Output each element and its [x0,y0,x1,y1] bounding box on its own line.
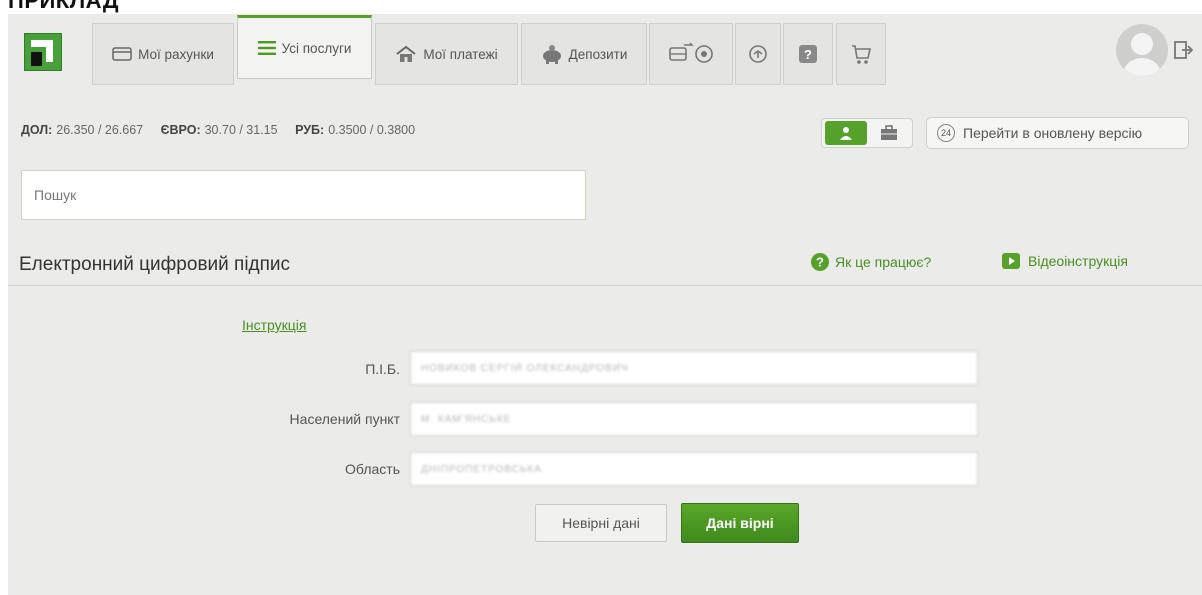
rate-value: 0.3500 / 0.3800 [328,123,416,137]
piggy-bank-icon [542,45,561,64]
tab-help[interactable]: ? [783,23,833,85]
region-field[interactable] [410,452,978,486]
tab-my-payments[interactable]: Мої платежі [375,23,518,85]
how-it-works-label: Як це працює? [835,254,932,270]
rotate-icon [749,45,767,63]
rate-label: ДОЛ: [21,123,53,137]
rate-label: РУБ: [295,123,325,137]
field-label-locality: Населений пункт [289,411,400,427]
data-correct-button[interactable]: Дані вірні [681,503,799,543]
logo-icon [31,40,53,66]
page-title: Електронний цифровий підпис [19,254,291,275]
header-bar: Мої рахунки Усі послуги Мої платежі Депо… [8,14,1202,88]
section-divider [8,285,1202,286]
svg-text:?: ? [816,255,824,270]
briefcase-icon [881,125,897,140]
person-icon [840,127,852,140]
search-input[interactable] [21,170,586,220]
personal-mode-button[interactable] [825,121,867,145]
app-frame: Мої рахунки Усі послуги Мої платежі Депо… [8,14,1202,595]
rate-value: 26.350 / 26.667 [56,123,144,137]
tab-deposits[interactable]: Депозити [521,23,647,85]
tab-label: Депозити [568,46,628,62]
tab-my-accounts[interactable]: Мої рахунки [92,23,234,85]
privatbank-logo[interactable] [24,33,62,71]
instruction-link[interactable]: Інструкція [242,317,307,333]
svg-text:?: ? [804,47,812,62]
card-icon [112,47,132,61]
field-label-region: Область [345,461,400,477]
list-icon [257,41,276,55]
help-icon: ? [799,45,817,63]
transport-icon [669,42,713,63]
tab-label: Мої платежі [423,46,498,62]
how-it-works-link[interactable]: ? Як це працює? [811,253,931,271]
locality-field[interactable] [410,402,978,436]
exchange-rates: ДОЛ: 26.350 / 26.667 ЄВРО: 30.70 / 31.15 Р… [21,123,429,137]
cropped-top-text: ПРИКЛАД [8,0,120,13]
house-icon [396,45,416,62]
badge-24-icon: 24 [937,124,955,142]
logout-button[interactable] [1174,40,1194,60]
tab-rotate[interactable] [735,23,781,85]
video-instruction-label: Відеоінструкція [1028,253,1128,269]
tab-cart[interactable] [836,23,886,85]
tab-label: Усі послуги [281,40,352,56]
play-video-icon [1002,253,1020,269]
tab-label: Мої рахунки [138,46,214,62]
field-label-full-name: П.І.Б. [365,361,400,377]
tab-transport-travel[interactable] [649,23,733,85]
tab-all-services[interactable]: Усі послуги [237,15,372,79]
logout-icon [1174,41,1194,59]
new-version-button[interactable]: 24 Перейти в оновлену версію [926,117,1189,149]
full-name-field[interactable] [410,351,978,385]
avatar-silhouette-icon [1124,33,1160,76]
wrong-data-button[interactable]: Невірні дані [535,504,667,542]
rate-value: 30.70 / 31.15 [204,123,278,137]
new-version-label: Перейти в оновлену версію [963,125,1143,141]
user-avatar[interactable] [1116,24,1168,76]
rate-label: ЄВРО: [160,123,201,137]
business-mode-button[interactable] [868,121,910,145]
question-circle-icon: ? [811,253,829,271]
account-mode-toggle [821,118,913,148]
cart-icon [852,45,871,64]
video-instruction-link[interactable]: Відеоінструкція [1002,253,1128,269]
